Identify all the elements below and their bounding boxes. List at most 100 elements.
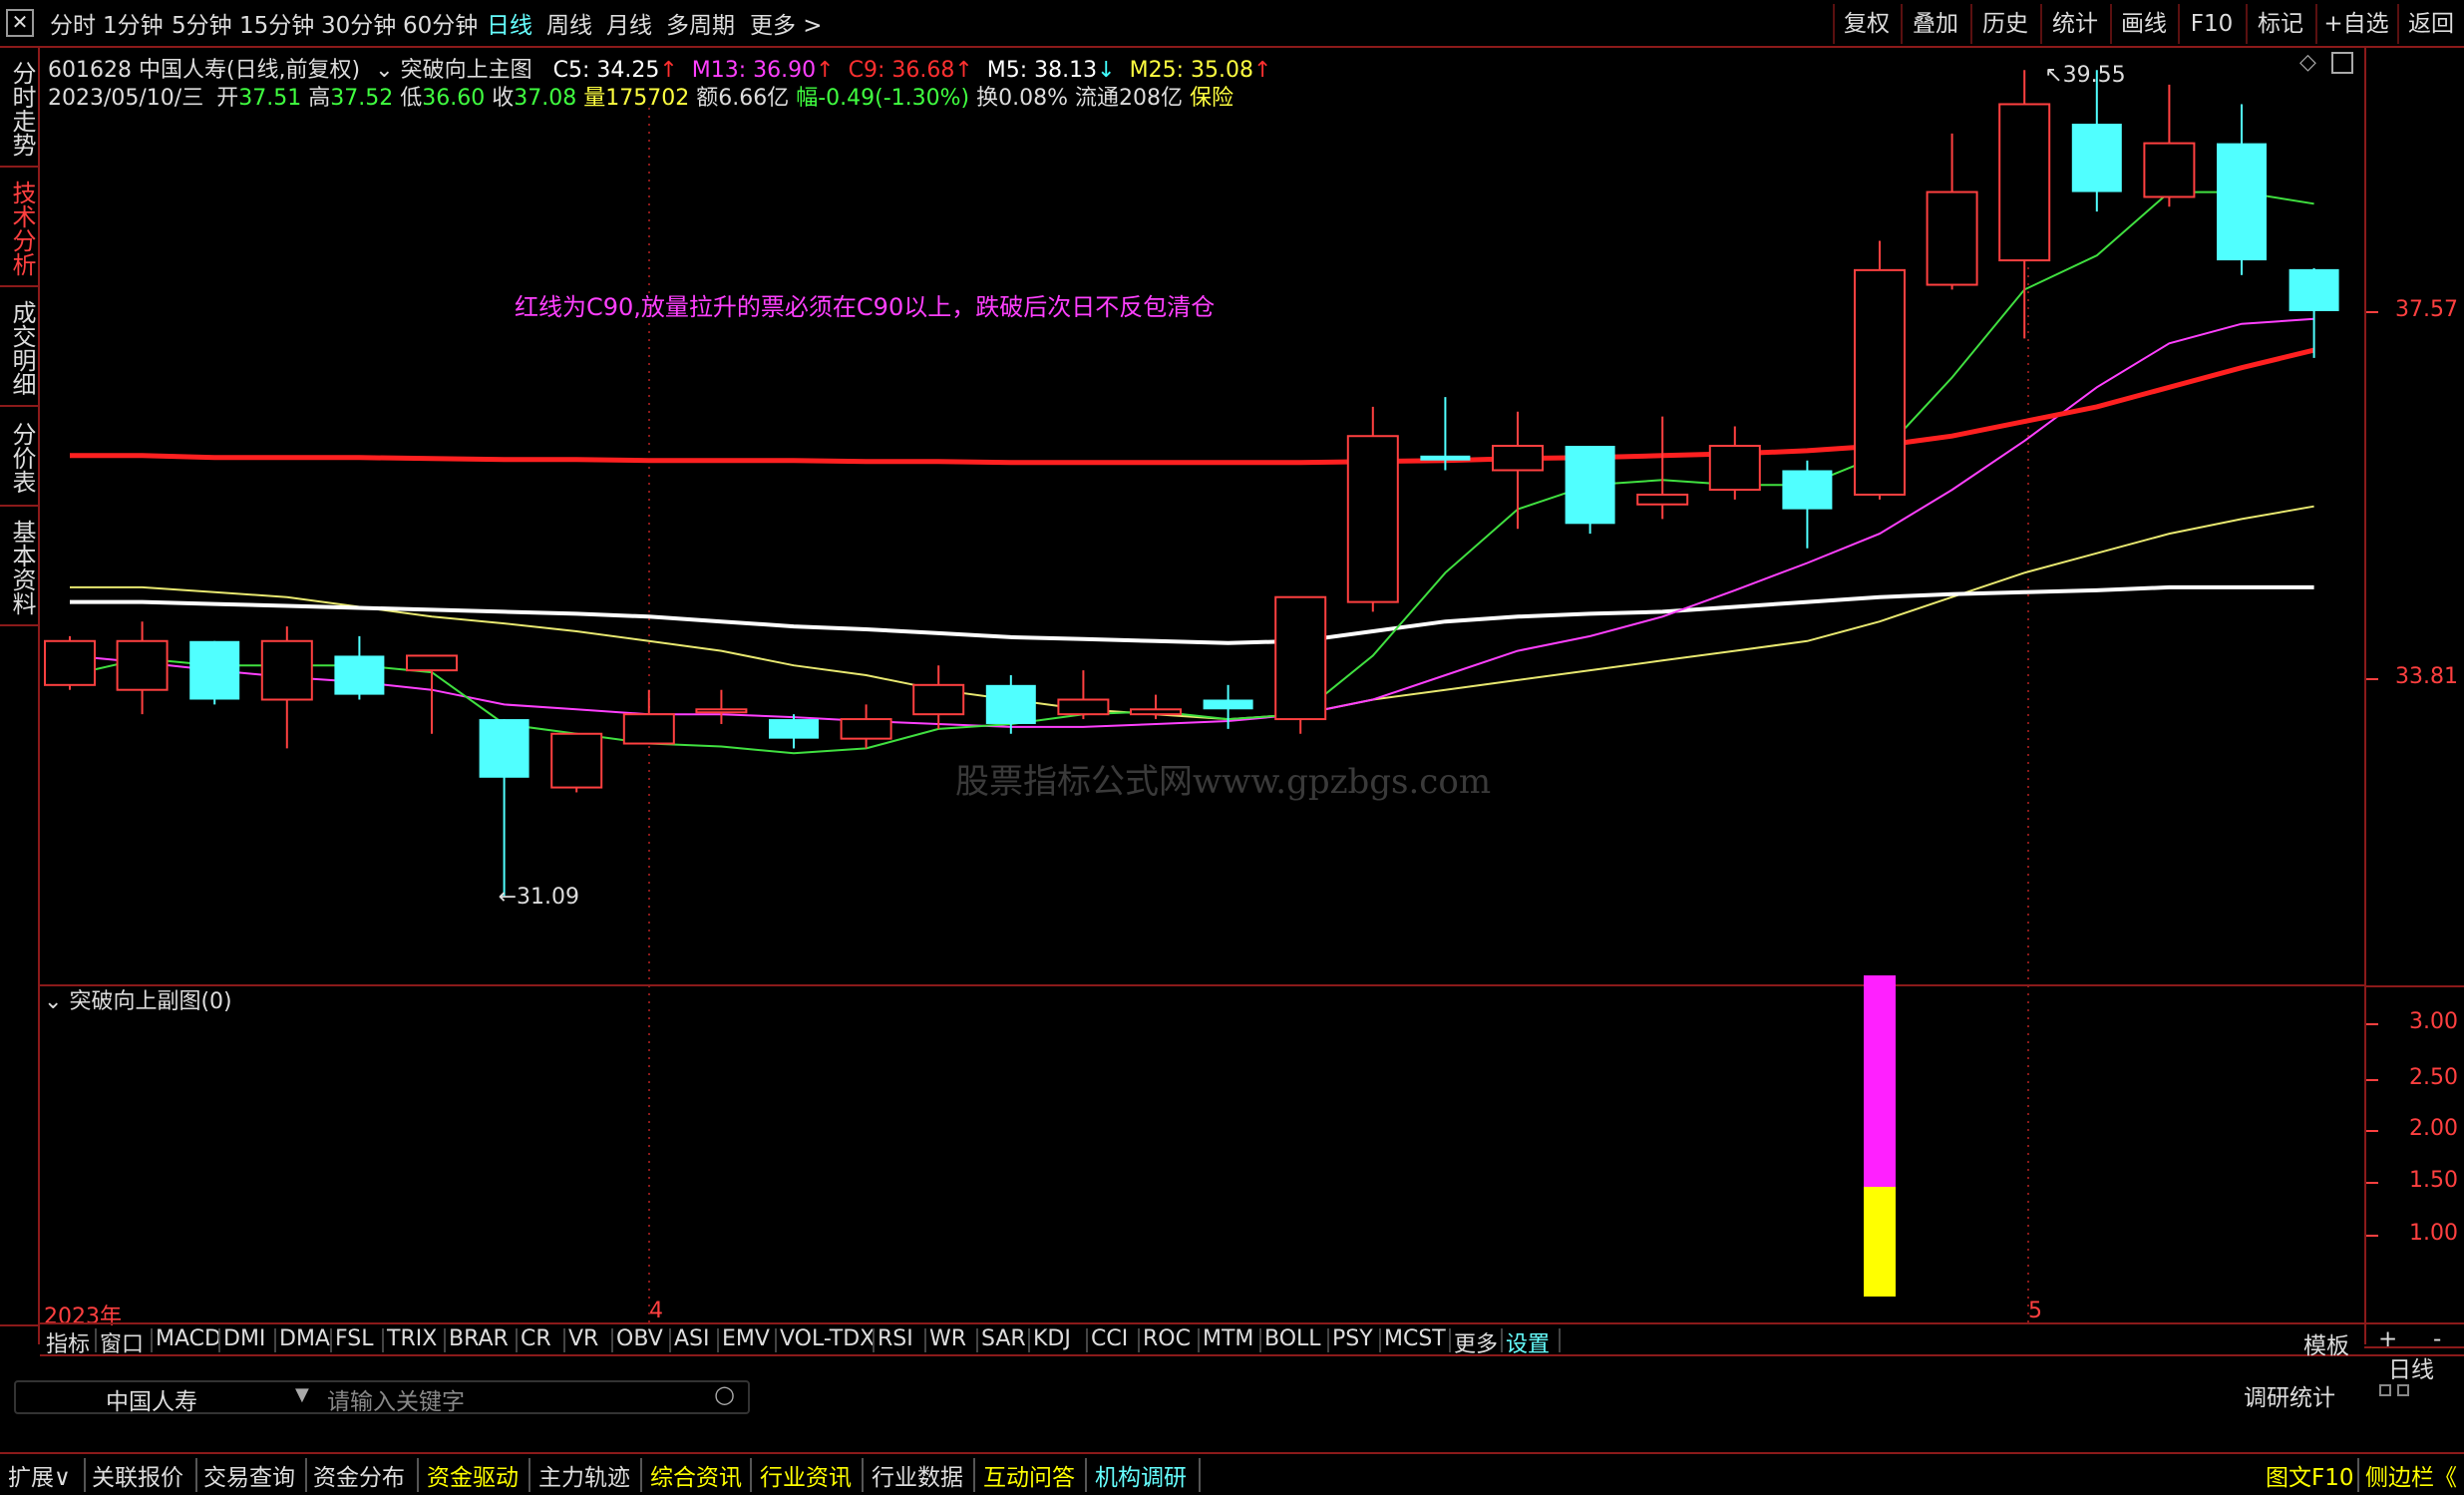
indicator-emv[interactable]: EMV (722, 1326, 770, 1351)
indicator-macd[interactable]: MACD (156, 1326, 221, 1351)
layout-icon[interactable] (2379, 1384, 2391, 1396)
candle-body[interactable] (695, 708, 748, 714)
indicator-obv[interactable]: OBV (616, 1326, 663, 1351)
indicator-asi[interactable]: ASI (674, 1326, 710, 1351)
period-30min[interactable]: 30分钟 (321, 6, 396, 40)
candle-body[interactable] (1130, 708, 1182, 716)
close-button[interactable]: ✕ (6, 9, 34, 37)
btab-news[interactable]: 综合资讯 (650, 1458, 742, 1492)
candle-body[interactable] (1926, 190, 1978, 286)
candle-body[interactable] (334, 655, 385, 695)
btab-expand[interactable]: 扩展∨ (8, 1458, 71, 1492)
period-weekly[interactable]: 周线 (546, 6, 592, 40)
btab-qa[interactable]: 互动问答 (983, 1458, 1075, 1492)
candle-body[interactable] (2143, 142, 2196, 198)
candle-body[interactable] (1057, 698, 1110, 716)
indicator-cr[interactable]: CR (521, 1326, 551, 1351)
indicator-cci[interactable]: CCI (1091, 1326, 1128, 1351)
btab-f10-graphic[interactable]: 图文F10 (2266, 1458, 2354, 1492)
mark-button[interactable]: 标记 (2246, 4, 2313, 44)
candle-body[interactable] (985, 684, 1036, 724)
sub-chart-title[interactable]: 突破向上副图(0) (69, 989, 231, 1014)
search-input[interactable]: 请输入关键字 (327, 1382, 465, 1416)
indicator-mtm[interactable]: MTM (1203, 1326, 1253, 1351)
candle-body[interactable] (1565, 446, 1615, 525)
candle-body[interactable] (1420, 455, 1471, 461)
indicator-mcst[interactable]: MCST (1384, 1326, 1446, 1351)
dropdown-icon[interactable]: ▼ (295, 1384, 309, 1405)
indicator-窗口[interactable]: 窗口 (100, 1326, 144, 1358)
back-button[interactable]: 返回 (2397, 4, 2463, 44)
kline-chart[interactable]: ↖39.55 ←31.09 (40, 48, 2364, 1322)
indicator-wr[interactable]: WR (929, 1326, 966, 1351)
tab-trades[interactable]: 成交明细 (4, 293, 36, 403)
research-stats-label[interactable]: 调研统计 (2244, 1378, 2335, 1412)
candle-body[interactable] (1708, 445, 1761, 492)
candle-body[interactable] (622, 713, 675, 745)
indicator-设置[interactable]: 设置 (1506, 1326, 1550, 1358)
overlay-button[interactable]: 叠加 (1901, 4, 1968, 44)
period-fenshi[interactable]: 分时 (50, 6, 96, 40)
indicator-sar[interactable]: SAR (981, 1326, 1026, 1351)
candle-body[interactable] (1782, 470, 1833, 510)
tab-fenshi[interactable]: 分时走势 (4, 54, 36, 164)
zoom-out-button[interactable]: - (2433, 1326, 2441, 1352)
period-more[interactable]: 更多 > (750, 6, 823, 40)
indicator-rsi[interactable]: RSI (878, 1326, 913, 1351)
draw-line-button[interactable]: 画线 (2110, 4, 2176, 44)
candle-body[interactable] (1346, 435, 1399, 603)
fuquan-button[interactable]: 复权 (1833, 4, 1899, 44)
period-1min[interactable]: 1分钟 (103, 6, 164, 40)
indicator-指标[interactable]: 指标 (46, 1326, 90, 1358)
candle-body[interactable] (44, 639, 96, 686)
btab-fund-drive[interactable]: 资金驱动 (427, 1458, 519, 1492)
period-daily[interactable]: 日线 (487, 6, 532, 40)
template-button[interactable]: 模板 (2303, 1326, 2349, 1360)
tab-price-table[interactable]: 分价表 (4, 413, 36, 503)
indicator-kdj[interactable]: KDJ (1033, 1326, 1071, 1351)
btab-sidebar[interactable]: 侧边栏《 (2365, 1458, 2457, 1492)
candle-body[interactable] (1492, 445, 1544, 472)
candle-body[interactable] (2217, 143, 2267, 261)
indicator-更多[interactable]: 更多 (1454, 1326, 1498, 1358)
indicator-boll[interactable]: BOLL (1264, 1326, 1321, 1351)
layout-icon-2[interactable] (2397, 1384, 2409, 1396)
candle-body[interactable] (1854, 268, 1906, 496)
indicator-brar[interactable]: BRAR (449, 1326, 509, 1351)
f10-button[interactable]: F10 (2178, 4, 2244, 44)
indicator-dmi[interactable]: DMI (223, 1326, 265, 1351)
btab-related-quotes[interactable]: 关联报价 (92, 1458, 183, 1492)
candle-body[interactable] (1274, 595, 1327, 721)
candle-body[interactable] (2288, 268, 2339, 311)
indicator-roc[interactable]: ROC (1143, 1326, 1191, 1351)
search-icon[interactable]: ○ (714, 1380, 735, 1408)
candle-body[interactable] (1636, 493, 1689, 506)
btab-trade-query[interactable]: 交易查询 (203, 1458, 295, 1492)
candle-body[interactable] (479, 719, 529, 778)
candle-body[interactable] (189, 640, 240, 700)
candle-body[interactable] (912, 683, 965, 716)
period-60min[interactable]: 60分钟 (403, 6, 478, 40)
candle-body[interactable] (406, 654, 458, 672)
candle-body[interactable] (1998, 103, 2051, 262)
btab-industry-data[interactable]: 行业数据 (872, 1458, 963, 1492)
indicator-fsl[interactable]: FSL (335, 1326, 374, 1351)
zoom-in-button[interactable]: + (2378, 1326, 2397, 1352)
add-watchlist-button[interactable]: +自选 (2315, 4, 2395, 44)
candle-body[interactable] (1203, 699, 1253, 710)
indicator-vr[interactable]: VR (568, 1326, 598, 1351)
btab-institution-research[interactable]: 机构调研 (1095, 1458, 1187, 1492)
indicator-trix[interactable]: TRIX (387, 1326, 437, 1351)
btab-industry-news[interactable]: 行业资讯 (760, 1458, 852, 1492)
candle-body[interactable] (840, 718, 892, 740)
tab-technical[interactable]: 技术分析 (4, 174, 36, 283)
indicator-dma[interactable]: DMA (279, 1326, 330, 1351)
period-multi[interactable]: 多周期 (666, 6, 735, 40)
history-button[interactable]: 历史 (1970, 4, 2038, 44)
collapse-icon[interactable]: ⌄ (44, 989, 62, 1014)
indicator-psy[interactable]: PSY (1332, 1326, 1373, 1351)
candle-body[interactable] (116, 639, 169, 691)
candle-body[interactable] (550, 732, 603, 789)
search-box[interactable]: 中国人寿 ▼ 请输入关键字 ○ (14, 1380, 750, 1416)
btab-main-track[interactable]: 主力轨迹 (538, 1458, 630, 1492)
